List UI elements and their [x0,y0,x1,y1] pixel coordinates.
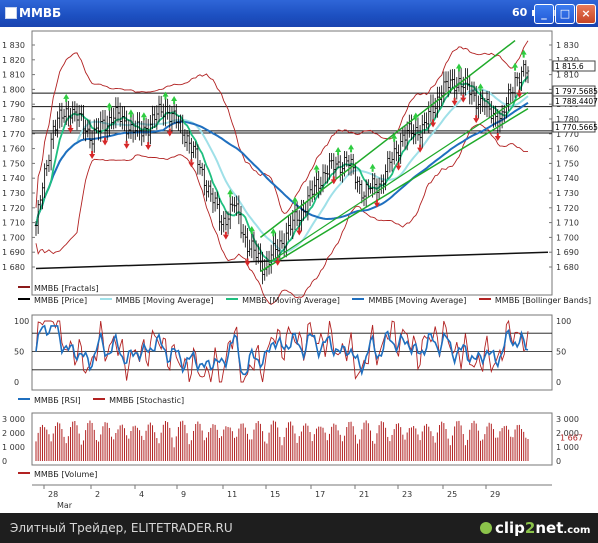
time-tick-label: 21 [359,490,369,499]
price-tick-label-right: 1 680 [556,263,579,272]
ma-fast-swatch [226,298,239,300]
legend-price: ММВБ [Price] [34,296,88,305]
chart-canvas[interactable]: 1 8301 8301 8201 8201 8101 8101 8001 800… [0,27,598,513]
month-label: Mar [57,501,73,510]
legend-bollinger: ММВБ [Bollinger Bands] [494,296,592,305]
price-tick-label-left: 1 820 [2,56,25,65]
price-tick-label-left: 1 760 [2,145,25,154]
fractals-swatch [18,286,30,288]
price-tick-label-right: 1 720 [556,204,579,213]
price-tick-label-right: 1 750 [556,159,579,168]
volume-tick-label-left: 3 000 [2,415,25,424]
price-tick-label-left: 1 790 [2,100,25,109]
oscillator-tick-label-left: 50 [14,348,24,357]
price-tick-label-right: 1 810 [556,71,579,80]
price-tick-label-left: 1 770 [2,130,25,139]
close-button[interactable]: × [576,4,596,24]
time-tick-label: 11 [227,490,237,499]
legend-volume: ММВБ [Volume] [34,470,98,479]
time-tick-label: 9 [181,490,186,499]
price-value-label: 1 788.4407 [555,97,598,106]
chart-window: ММВБ 60 минут _ □ × 1 8301 8301 8201 820… [0,0,598,543]
volume-tick-label-left: 2 000 [2,429,25,438]
price-tick-label-left: 1 710 [2,219,25,228]
rsi-swatch [18,398,30,400]
volume-swatch [18,472,30,474]
oscillator-legend: ММВБ [RSI] ММВБ [Stochastic] [18,396,184,410]
price-tick-label-left: 1 730 [2,189,25,198]
oscillator-tick-label-right: 0 [556,378,561,387]
price-tick-label-left: 1 810 [2,71,25,80]
oscillator-tick-label-right: 100 [556,317,571,326]
price-tick-label-left: 1 780 [2,115,25,124]
window-title: ММВБ [19,6,62,20]
volume-tick-label-left: 0 [2,457,7,466]
volume-tick-label-right: 1 000 [556,443,579,452]
price-tick-label-left: 1 700 [2,233,25,242]
time-tick-label: 25 [447,490,457,499]
price-tick-label-left: 1 750 [2,159,25,168]
footer-bar: Элитный Трейдер, ELITETRADER.RU clip2net… [0,513,598,543]
maximize-button[interactable]: □ [555,4,575,24]
volume-tick-label-right: 0 [556,457,561,466]
price-tick-label-left: 1 720 [2,204,25,213]
price-swatch [18,298,30,300]
ma-slow-swatch [99,298,112,300]
time-tick-label: 29 [490,490,500,499]
oscillator-tick-label-right: 50 [556,348,566,357]
legend-fractals: ММВБ [Fractals] [34,284,99,293]
time-tick-label: 4 [139,490,144,499]
volume-current-label: 1 667 [560,434,583,443]
legend-rsi: ММВБ [RSI] [34,396,81,405]
price-tick-label-left: 1 690 [2,248,25,257]
window-icon [5,7,17,19]
price-legend-row-2: ММВБ [Price] ММВБ [Moving Average] ММВБ … [18,296,591,310]
logo-dot-icon [480,522,492,534]
oscillator-tick-label-left: 0 [14,378,19,387]
price-value-label: 1 797.5685 [555,87,598,96]
price-tick-label-left: 1 680 [2,263,25,272]
price-value-label: 1 815.6 [555,62,584,71]
price-tick-label-right: 1 830 [556,41,579,50]
price-tick-label-right: 1 730 [556,189,579,198]
oscillator-tick-label-left: 100 [14,317,29,326]
volume-tick-label-right: 3 000 [556,415,579,424]
price-value-label: 1 770.5665 [555,123,598,132]
volume-tick-label-left: 1 000 [2,443,25,452]
time-tick-label: 28 [48,490,58,499]
time-tick-label: 15 [270,490,280,499]
legend-stochastic: ММВБ [Stochastic] [109,396,185,405]
minimize-button[interactable]: _ [534,4,554,24]
price-tick-label-right: 1 690 [556,248,579,257]
price-tick-label-left: 1 830 [2,41,25,50]
time-tick-label: 2 [95,490,100,499]
price-tick-label-right: 1 710 [556,219,579,228]
stochastic-swatch [93,398,106,400]
title-bar[interactable]: ММВБ 60 минут _ □ × [0,0,598,27]
ma-long-swatch [352,298,365,300]
price-tick-label-left: 1 800 [2,85,25,94]
brand-logo: clip2net.com [480,519,590,537]
time-tick-label: 17 [315,490,325,499]
site-credit: Элитный Трейдер, ELITETRADER.RU [10,521,233,535]
time-tick-label: 23 [402,490,412,499]
volume-legend: ММВБ [Volume] [18,470,97,484]
price-tick-label-right: 1 740 [556,174,579,183]
price-tick-label-left: 1 740 [2,174,25,183]
bollinger-swatch [478,298,491,300]
price-tick-label-right: 1 760 [556,145,579,154]
legend-ma-2: ММВБ [Moving Average] [242,296,340,305]
legend-ma-1: ММВБ [Moving Average] [115,296,214,305]
price-tick-label-right: 1 700 [556,233,579,242]
legend-ma-3: ММВБ [Moving Average] [368,296,467,305]
price-panel[interactable] [31,30,553,296]
